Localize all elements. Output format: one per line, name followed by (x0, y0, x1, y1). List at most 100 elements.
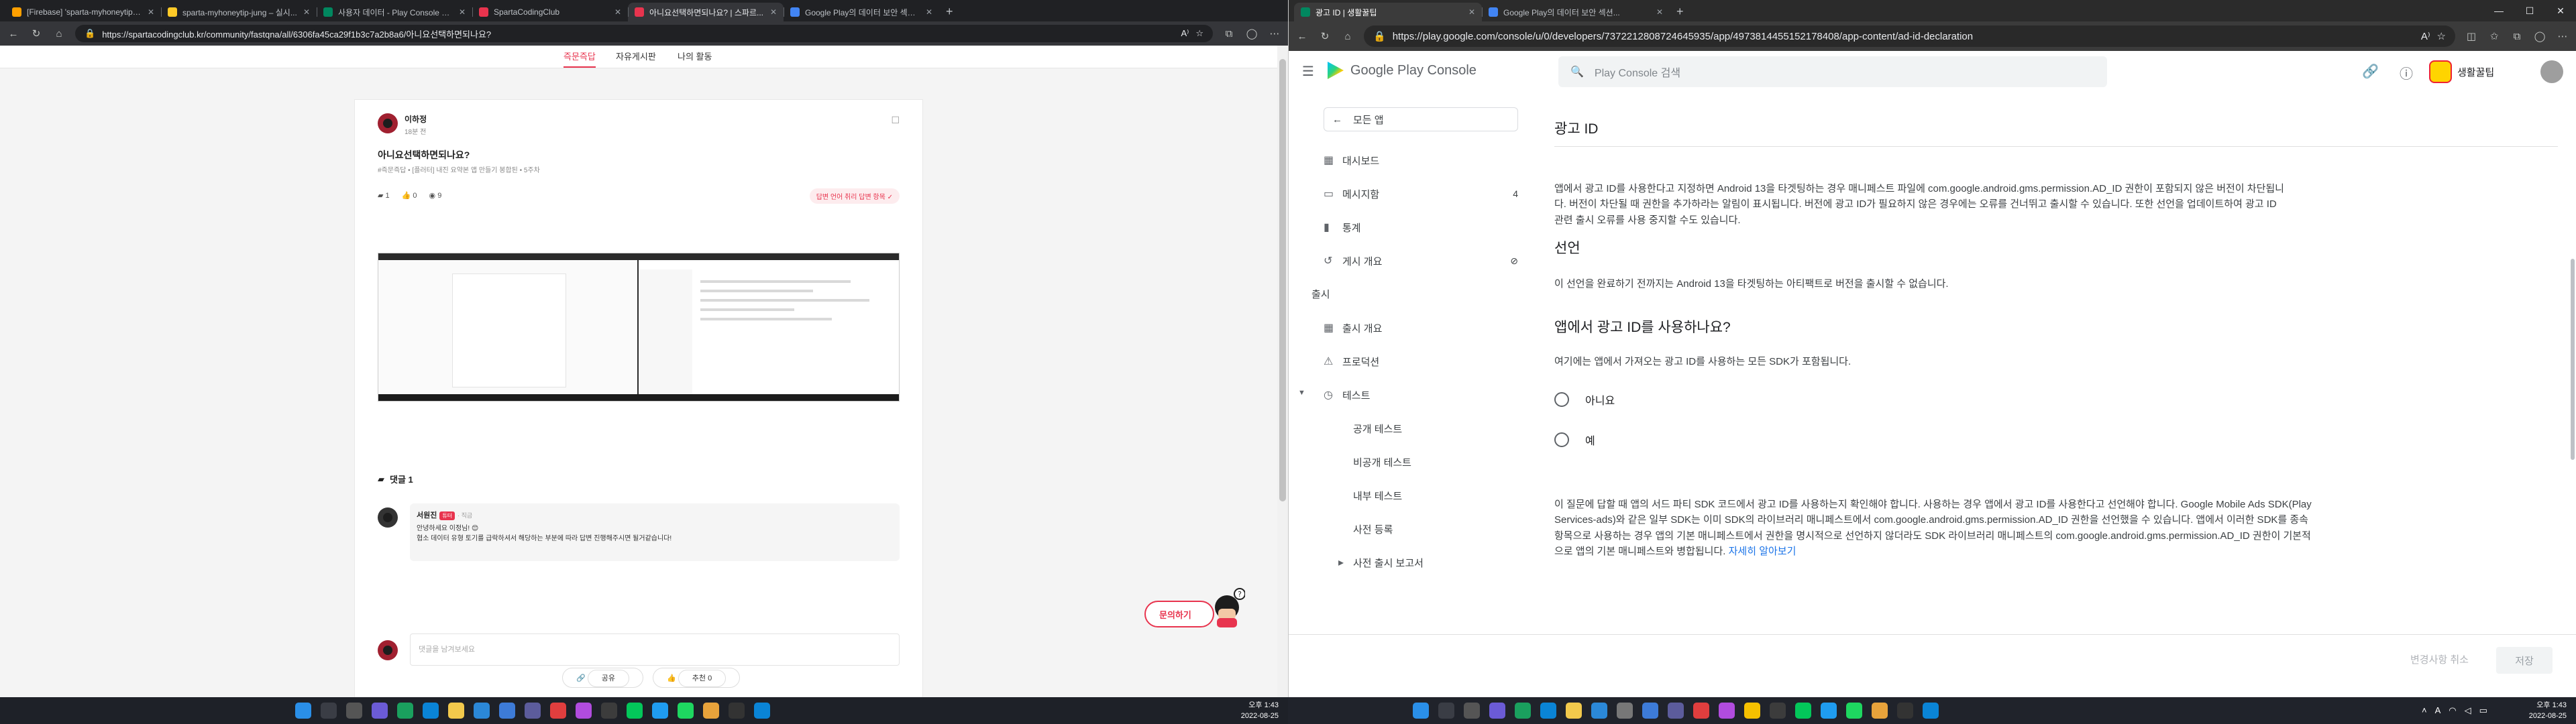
app-icon[interactable] (1642, 703, 1658, 719)
attached-screenshot[interactable] (378, 253, 900, 402)
file-explorer-icon[interactable] (448, 703, 464, 719)
naver-icon[interactable] (1795, 703, 1811, 719)
edge-icon[interactable] (1923, 703, 1939, 719)
edge-icon[interactable] (754, 703, 770, 719)
tab-question[interactable]: 아니요선택하면되나요? | 스파르... ✕ (628, 3, 784, 21)
nav-publishing-overview[interactable]: ↺ 게시 개요 ⊘ (1324, 251, 1518, 271)
radio-option-no[interactable]: 아니요 (1554, 391, 1615, 408)
task-view-icon[interactable] (346, 703, 362, 719)
youtube-icon[interactable] (550, 703, 566, 719)
widgets-icon[interactable] (397, 703, 413, 719)
widgets-icon[interactable] (1515, 703, 1531, 719)
reload-icon[interactable]: ↻ (30, 27, 43, 40)
close-icon[interactable]: ✕ (459, 7, 466, 17)
clock-left[interactable]: 오후 1:43 2022-08-25 (1241, 700, 1279, 721)
content-scrollbar[interactable] (2569, 91, 2576, 641)
home-icon[interactable]: ⌂ (1341, 31, 1354, 42)
app-icon[interactable] (1872, 703, 1888, 719)
terminal-icon[interactable] (729, 703, 745, 719)
answer-status-button[interactable]: 답변 언어 취리 답변 항목 ✓ (809, 188, 900, 204)
nav-my-activity[interactable]: 나의 활동 (678, 50, 712, 62)
tab-ad-id[interactable]: 광고 ID | 생활꿀팁 ✕ (1294, 3, 1482, 21)
discard-changes-button[interactable]: 변경사항 취소 (2410, 652, 2469, 666)
favorite-icon[interactable]: ☆ (1195, 28, 1203, 39)
address-bar[interactable]: 🔒 https://play.google.com/console/u/0/de… (1364, 25, 2455, 47)
close-icon[interactable]: ✕ (303, 7, 310, 17)
favorite-icon[interactable]: ☆ (2437, 30, 2446, 42)
scrollbar-thumb[interactable] (2571, 259, 2575, 460)
minimize-icon[interactable]: — (2483, 0, 2514, 21)
tab-data-safety[interactable]: Google Play의 데이터 보안 섹션... ✕ (784, 3, 939, 21)
address-bar[interactable]: 🔒 https://spartacodingclub.kr/community/… (75, 25, 1213, 42)
close-icon[interactable]: ✕ (770, 7, 777, 17)
edge-icon[interactable] (1540, 703, 1556, 719)
close-icon[interactable]: ✕ (614, 7, 621, 17)
console-search[interactable]: 🔍 Play Console 검색 (1558, 56, 2107, 87)
file-explorer-icon[interactable] (1566, 703, 1582, 719)
vscode-icon[interactable] (1821, 703, 1837, 719)
account-avatar[interactable] (2540, 60, 2563, 83)
close-icon[interactable]: ✕ (1468, 7, 1475, 17)
split-screen-icon[interactable]: ◫ (2465, 30, 2478, 42)
naver-icon[interactable] (627, 703, 643, 719)
tab-realtime[interactable]: sparta-myhoneytip-jung – 실시... ✕ (161, 3, 317, 21)
maximize-icon[interactable]: ☐ (2514, 0, 2545, 21)
recommend-button[interactable]: 👍 추천 0 (653, 668, 741, 688)
nav-statistics[interactable]: ▮ 통계 (1324, 217, 1518, 237)
nav-production[interactable]: ⚠ 프로덕션 (1324, 351, 1518, 371)
app-icon[interactable] (576, 703, 592, 719)
close-icon[interactable]: ✕ (148, 7, 154, 17)
share-button[interactable]: 🔗 공유 (562, 668, 644, 688)
collections-icon[interactable]: ⧉ (2510, 31, 2524, 42)
like-count[interactable]: 👍 0 (402, 191, 417, 200)
save-button[interactable]: 저장 (2496, 647, 2553, 674)
more-icon[interactable]: ⋯ (2556, 30, 2569, 42)
page-scrollbar[interactable] (1277, 46, 1288, 697)
nav-internal-testing[interactable]: 내부 테스트 (1338, 485, 1533, 505)
store-icon[interactable] (1591, 703, 1607, 719)
menu-icon[interactable]: ☰ (1302, 63, 1314, 80)
read-aloud-icon[interactable]: A⁾ (1181, 28, 1189, 39)
nav-pre-registration[interactable]: 사전 등록 (1338, 519, 1533, 539)
task-view-icon[interactable] (1464, 703, 1480, 719)
home-icon[interactable]: ⌂ (52, 28, 66, 40)
terminal-icon[interactable] (1897, 703, 1913, 719)
bookmark-icon[interactable]: ☐ (891, 115, 900, 126)
app-icon[interactable] (1617, 703, 1633, 719)
scrollbar-thumb[interactable] (1279, 59, 1286, 501)
tab-play-console-user-data[interactable]: 사용자 데이터 - Play Console 고... ✕ (317, 3, 472, 21)
nav-pre-launch-report[interactable]: ▸ 사전 출시 보고서 (1338, 552, 1533, 572)
chat-icon[interactable] (1489, 703, 1505, 719)
spotify-icon[interactable] (1846, 703, 1862, 719)
start-icon[interactable] (1413, 703, 1429, 719)
discord-icon[interactable] (1668, 703, 1684, 719)
app-selector[interactable]: 생활꿀팁 (2429, 59, 2494, 84)
radio-button[interactable] (1554, 432, 1569, 447)
spotify-icon[interactable] (678, 703, 694, 719)
read-aloud-icon[interactable]: A⁾ (2421, 30, 2430, 42)
chevron-up-icon[interactable]: ˄ (2422, 705, 2427, 716)
back-icon[interactable]: ← (1295, 31, 1309, 42)
nav-release-overview[interactable]: ▦ 출시 개요 (1324, 318, 1518, 338)
tab-spartacodingclub[interactable]: SpartaCodingClub ✕ (472, 3, 628, 21)
all-apps-button[interactable]: ← 모든 앱 (1324, 107, 1518, 131)
radio-option-yes[interactable]: 예 (1554, 432, 1595, 448)
help-icon[interactable]: ⓘ (2400, 63, 2413, 82)
edge-icon[interactable] (423, 703, 439, 719)
tab-data-safety[interactable]: Google Play의 데이터 보안 섹션... ✕ (1482, 3, 1670, 21)
close-icon[interactable]: ✕ (926, 7, 932, 17)
nav-free-board[interactable]: 자유게시판 (616, 50, 656, 62)
nav-inbox[interactable]: ▭ 메시지함 4 (1324, 184, 1518, 204)
clock-right[interactable]: 오후 1:43 2022-08-25 (2529, 700, 2567, 721)
nav-testing[interactable]: ◷ 테스트 (1324, 385, 1518, 405)
vscode-icon[interactable] (652, 703, 668, 719)
nav-closed-testing[interactable]: 비공개 테스트 (1338, 452, 1533, 472)
collections-icon[interactable]: ⧉ (1222, 28, 1236, 40)
favorites-bar-icon[interactable]: ✩ (2487, 30, 2501, 42)
profile-icon[interactable]: ◯ (2533, 30, 2546, 42)
learn-more-link[interactable]: 자세히 알아보기 (1729, 546, 1796, 557)
search-icon[interactable] (1438, 703, 1454, 719)
reload-icon[interactable]: ↻ (1318, 30, 1332, 42)
radio-button[interactable] (1554, 392, 1569, 407)
nav-open-testing[interactable]: 공개 테스트 (1338, 418, 1533, 438)
